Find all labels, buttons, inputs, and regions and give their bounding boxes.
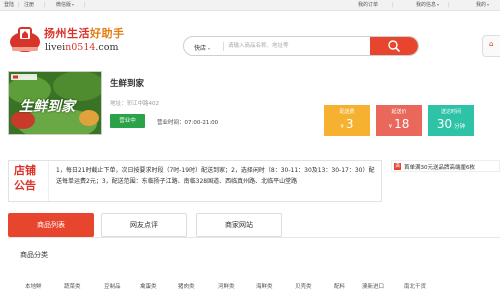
promo-text: 首单满30元送品牌高端厘6枚: [404, 165, 475, 171]
stat-value: ¥3: [324, 117, 370, 134]
open-status-badge: 营业中: [110, 114, 145, 128]
search-input[interactable]: [228, 40, 368, 52]
stat-number: 3: [345, 117, 354, 131]
notice-badge: 店铺 公告: [9, 161, 49, 201]
store-notice: 店铺 公告 1，每日21时截止下单，次日按要求时段（7时-19时）配送到家；2，…: [8, 160, 382, 202]
stat-value: 30 分钟: [428, 117, 474, 134]
divider: |: [448, 2, 450, 8]
logo-url-number: n0514: [65, 42, 96, 53]
search-scope-select[interactable]: 快店: [194, 43, 210, 52]
home-button[interactable]: ⌂: [482, 35, 500, 57]
store-address: 地址：邗江中路402: [110, 101, 159, 107]
category-item[interactable]: 配料: [334, 282, 345, 290]
logo-url: livein0514.com: [45, 42, 118, 53]
search-divider: [223, 42, 224, 51]
promotion-item[interactable]: 满 首单满30元送品牌高端厘6枚: [391, 160, 500, 172]
stat-value: ¥18: [376, 117, 422, 134]
currency-symbol: ¥: [388, 124, 393, 130]
stat-label: 送达时间: [440, 109, 461, 115]
stat-label: 配送费: [339, 109, 355, 115]
divider: |: [392, 2, 394, 8]
tab-reviews[interactable]: 网友点评: [101, 213, 187, 237]
logo-url-part: livei: [45, 42, 66, 53]
wechat-dropdown[interactable]: 微信版: [56, 2, 74, 8]
search-button[interactable]: [370, 37, 418, 55]
top-bar: 登陆 | 注册 | 微信版 | 我的订单 | 我的信息 | 我的: [0, 0, 500, 11]
search-bar: 快店: [183, 36, 419, 56]
category-item[interactable]: 贝壳类: [295, 282, 312, 290]
search-icon: [388, 40, 400, 52]
category-item[interactable]: 禽蛋类: [140, 282, 157, 290]
category-item[interactable]: 南北干货: [404, 282, 426, 290]
promo-mark-icon: 满: [394, 163, 401, 170]
tabs-divider: [8, 237, 500, 238]
stat-number: 30: [436, 117, 453, 131]
my-messages-dropdown[interactable]: 我的信息: [416, 2, 439, 8]
logo-title: 扬州生活好助手: [44, 25, 125, 41]
delivery-fee-tile: 配送费 ¥3: [324, 105, 370, 136]
notice-text: 1，每日21时截止下单，次日按要求时段（7时-19时）配送到家；2，选择闲时（8…: [56, 167, 375, 185]
stat-label: 起送价: [391, 109, 407, 115]
logo-icon: [10, 27, 40, 52]
delivery-time-tile: 送达时间 30 分钟: [428, 105, 474, 136]
store-name: 生鲜到家: [110, 79, 145, 89]
business-hours: 营业时间：07:00-21:00: [157, 120, 219, 126]
category-item[interactable]: 蔬菜类: [64, 282, 81, 290]
user-dropdown[interactable]: 我的: [476, 2, 489, 8]
category-item[interactable]: 澳新进口: [362, 282, 384, 290]
minimum-order-tile: 起送价 ¥18: [376, 105, 422, 136]
category-item[interactable]: 海鲜类: [256, 282, 273, 290]
tab-merchant-site[interactable]: 商家网站: [196, 213, 282, 237]
tab-product-list[interactable]: 商品列表: [8, 213, 94, 237]
category-item[interactable]: 河鲜类: [218, 282, 235, 290]
logo-url-suffix: .com: [95, 42, 119, 53]
notice-badge-line1: 店铺: [14, 164, 36, 177]
store-image-caption: 生鲜到家: [19, 99, 75, 115]
store-image: 生鲜到家: [8, 71, 102, 135]
logo-title-main: 扬州生活: [44, 27, 90, 40]
divider: |: [18, 2, 20, 8]
logo-title-highlight: 好助手: [90, 27, 125, 40]
stat-unit: 分钟: [454, 124, 466, 130]
divider: |: [84, 2, 86, 8]
divider: |: [44, 2, 46, 8]
site-logo[interactable]: 扬州生活好助手 livein0514.com: [8, 22, 136, 60]
category-item[interactable]: 本地鲜: [25, 282, 42, 290]
login-link[interactable]: 登陆: [4, 2, 14, 8]
category-item[interactable]: 猪肉类: [178, 282, 195, 290]
my-orders-link[interactable]: 我的订单: [358, 2, 378, 8]
category-title: 商品分类: [20, 251, 48, 259]
home-icon: ⌂: [489, 40, 494, 48]
category-item[interactable]: 豆制品: [104, 282, 121, 290]
register-link[interactable]: 注册: [24, 2, 34, 8]
stat-number: 18: [394, 117, 410, 131]
currency-symbol: ¥: [340, 124, 344, 130]
notice-badge-line2: 公告: [14, 179, 36, 192]
